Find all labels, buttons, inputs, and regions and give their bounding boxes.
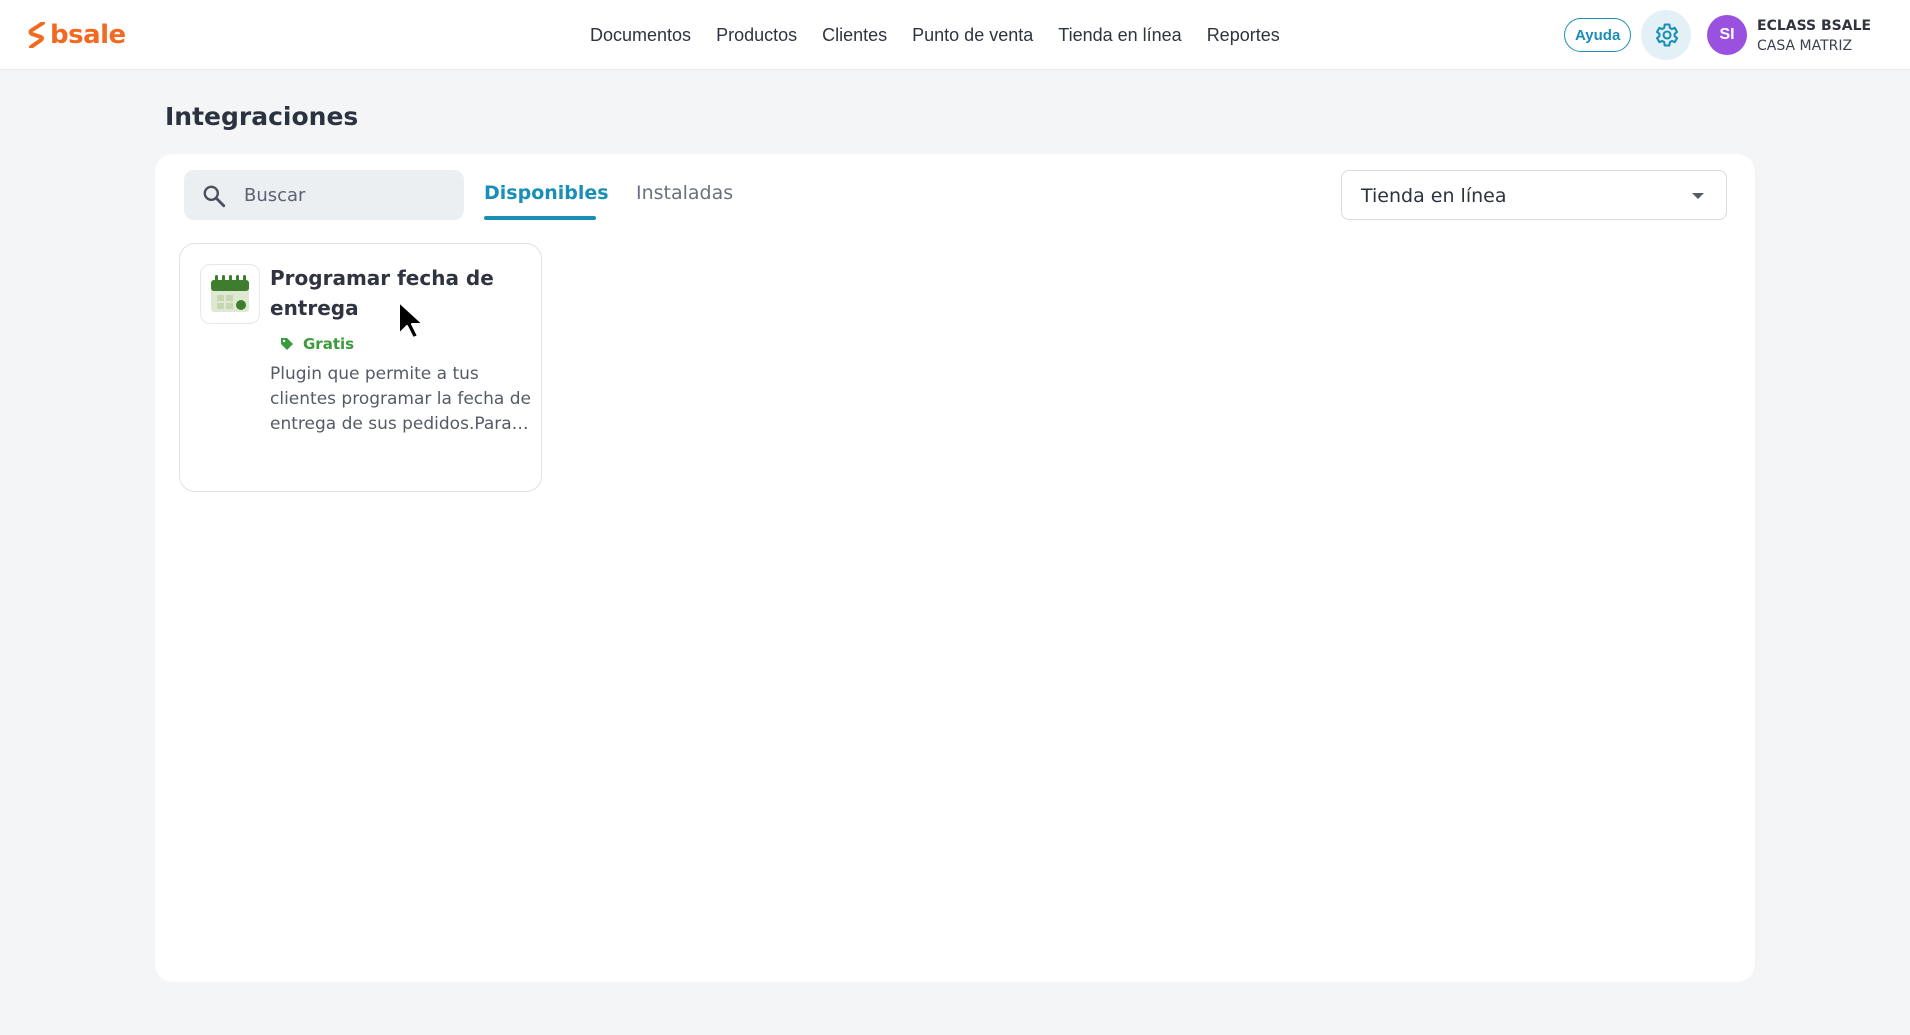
account-branch: CASA MATRIZ	[1757, 38, 1853, 54]
avatar[interactable]: SI	[1707, 15, 1747, 55]
price-badge: Gratis	[280, 335, 354, 353]
nav-item-reportes[interactable]: Reportes	[1207, 25, 1280, 46]
nav-item-tienda-en-linea[interactable]: Tienda en línea	[1058, 25, 1181, 46]
integration-description: Plugin que permite a tus clientes progra…	[270, 364, 531, 434]
tab-disponibles[interactable]: Disponibles	[484, 182, 609, 204]
integration-logo	[200, 264, 260, 324]
tab-instaladas[interactable]: Instaladas	[636, 182, 733, 204]
account-info[interactable]: ECLASS BSALE CASA MATRIZ	[1757, 16, 1871, 56]
active-tab-indicator	[484, 216, 596, 220]
nav-item-documentos[interactable]: Documentos	[590, 25, 691, 46]
mouse-cursor-icon	[398, 301, 424, 339]
nav-item-productos[interactable]: Productos	[716, 25, 797, 46]
calendar-icon	[211, 275, 249, 312]
help-button[interactable]: Ayuda	[1564, 18, 1632, 52]
price-label: Gratis	[303, 335, 355, 353]
category-select-value: Tienda en línea	[1361, 185, 1507, 207]
integration-title: Programar fecha de entrega	[270, 266, 494, 320]
search-icon	[203, 185, 226, 208]
bsale-logo[interactable]: bsale	[28, 20, 126, 50]
category-select[interactable]: Tienda en línea	[1341, 170, 1727, 220]
integration-card[interactable]: Programar fecha de entrega Gratis Plugin…	[179, 243, 542, 492]
gear-icon	[1655, 23, 1679, 47]
page-title: Integraciones	[165, 102, 359, 131]
nav-item-clientes[interactable]: Clientes	[822, 25, 887, 46]
nav-item-punto-de-venta[interactable]: Punto de venta	[912, 25, 1033, 46]
tag-icon	[281, 338, 293, 350]
search-box[interactable]	[184, 170, 464, 220]
search-input[interactable]	[244, 170, 454, 220]
settings-button[interactable]	[1641, 10, 1691, 60]
brand-name: bsale	[50, 20, 126, 50]
main-nav: Documentos Productos Clientes Punto de v…	[590, 0, 1305, 70]
top-navigation-bar: bsale Documentos Productos Clientes Punt…	[0, 0, 1910, 70]
account-name: ECLASS BSALE	[1757, 18, 1872, 34]
integrations-panel: Disponibles Instaladas Tienda en línea	[155, 154, 1755, 982]
chevron-down-icon	[1692, 193, 1704, 199]
bsale-logo-icon	[28, 22, 45, 48]
